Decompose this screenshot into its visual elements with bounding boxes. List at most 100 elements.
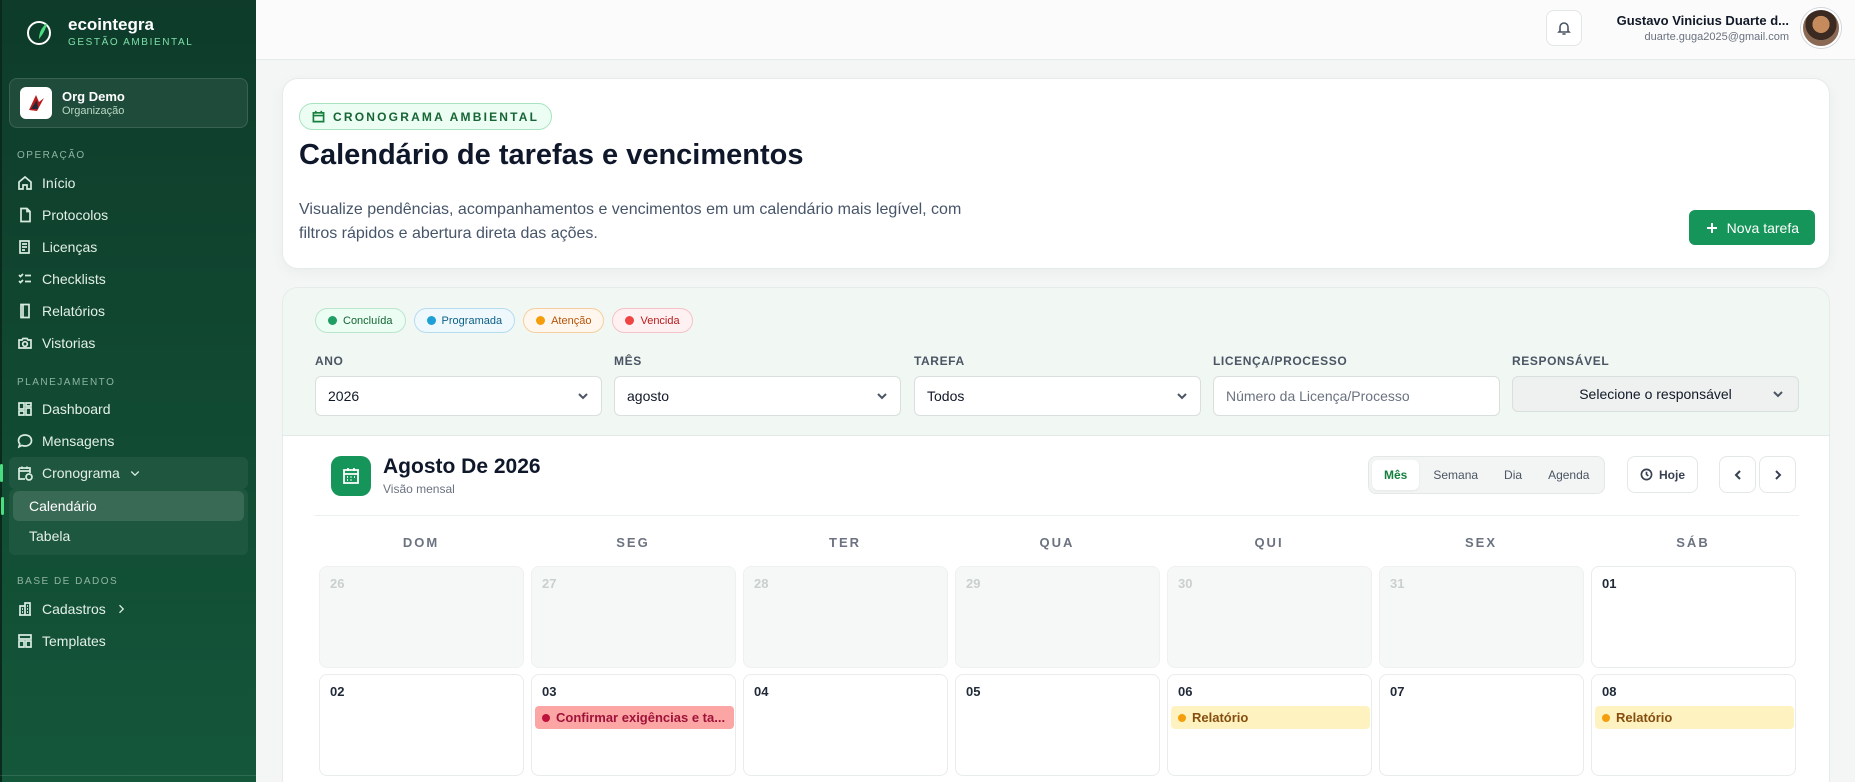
calendar-day-cell[interactable]: 07 xyxy=(1379,674,1584,776)
month-value: agosto xyxy=(627,388,670,404)
year-label: ANO xyxy=(315,354,344,368)
weekday-label: SÁB xyxy=(1676,535,1710,550)
org-logo-icon xyxy=(20,87,52,119)
sidebar-item-relatorios[interactable]: Relatórios xyxy=(9,295,248,327)
day-number: 02 xyxy=(330,684,345,699)
legend-atencao: Atenção xyxy=(523,308,605,333)
view-agenda-tab[interactable]: Agenda xyxy=(1536,460,1601,490)
building-icon xyxy=(19,602,31,616)
calendar-clock-icon xyxy=(18,466,33,481)
notifications-button[interactable] xyxy=(1546,10,1582,46)
calendar-subtitle: Visão mensal xyxy=(383,482,455,496)
previous-button[interactable] xyxy=(1719,456,1756,493)
today-button[interactable]: Hoje xyxy=(1627,456,1699,493)
sidebar-item-label: Dashboard xyxy=(42,401,111,417)
view-month-tab[interactable]: Mês xyxy=(1372,460,1420,490)
user-email: duarte.guga2025@gmail.com xyxy=(1644,31,1789,43)
sidebar-subitem-tabela[interactable]: Tabela xyxy=(13,521,244,551)
page-header-card: CRONOGRAMA AMBIENTAL Calendário de taref… xyxy=(282,78,1830,269)
event-label: Relatório xyxy=(1616,710,1673,725)
filters-bar: Concluída Programada Atenção Vencida ANO… xyxy=(283,288,1829,436)
section-title-operacao: OPERAÇÃO xyxy=(17,150,86,161)
next-button[interactable] xyxy=(1759,456,1796,493)
calendar-event[interactable]: Relatório xyxy=(1595,706,1794,729)
calendar-day-cell[interactable]: 05 xyxy=(955,674,1160,776)
org-switcher[interactable]: Org Demo Organização xyxy=(9,78,248,128)
sidebar-item-mensagens[interactable]: Mensagens xyxy=(9,425,248,457)
calendar-panel: Concluída Programada Atenção Vencida ANO… xyxy=(282,287,1830,782)
day-number: 03 xyxy=(542,684,557,699)
year-select[interactable]: 2026 xyxy=(315,376,602,416)
home-icon xyxy=(18,175,32,190)
year-value: 2026 xyxy=(328,388,360,404)
view-day-tab[interactable]: Dia xyxy=(1492,460,1534,490)
sidebar-item-label: Checklists xyxy=(42,271,106,287)
sidebar-item-vistorias[interactable]: Vistorias xyxy=(9,327,248,359)
sidebar-item-cronograma[interactable]: Cronograma xyxy=(0,457,248,489)
calendar-day-cell[interactable]: 27 xyxy=(531,566,736,668)
license-input[interactable]: Número da Licença/Processo xyxy=(1213,376,1500,416)
responsible-select[interactable]: Selecione o responsável xyxy=(1512,376,1799,412)
legend-label: Vencida xyxy=(640,314,680,327)
avatar[interactable] xyxy=(1801,8,1841,48)
event-status-dot xyxy=(542,713,550,722)
new-task-button[interactable]: Nova tarefa xyxy=(1688,210,1815,245)
sidebar-item-label: Licenças xyxy=(42,239,98,255)
sidebar-item-label: Mensagens xyxy=(42,433,115,449)
calendar-day-cell[interactable]: 29 xyxy=(955,566,1160,668)
template-icon xyxy=(18,634,32,648)
cronograma-submenu: Calendário Tabela xyxy=(1,489,248,555)
calendar-event[interactable]: Relatório xyxy=(1171,706,1370,729)
sidebar: ecointegra GESTÃO AMBIENTAL Org Demo Org… xyxy=(0,0,256,782)
day-number: 31 xyxy=(1390,576,1405,591)
month-label: MÊS xyxy=(614,354,642,368)
sidebar-item-templates[interactable]: Templates xyxy=(9,625,248,657)
section-badge-label: CRONOGRAMA AMBIENTAL xyxy=(333,109,540,124)
report-icon xyxy=(20,303,30,319)
user-info[interactable]: Gustavo Vinicius Duarte d... duarte.guga… xyxy=(1617,13,1789,43)
sidebar-item-protocolos[interactable]: Protocolos xyxy=(9,199,248,231)
dashboard-icon xyxy=(18,402,32,416)
status-legend: Concluída Programada Atenção Vencida xyxy=(315,308,693,333)
sidebar-item-label: Cronograma xyxy=(42,465,120,481)
active-section-marker xyxy=(0,464,3,482)
document-icon xyxy=(20,207,31,223)
calendar-day-cell[interactable]: 28 xyxy=(743,566,948,668)
sidebar-item-label: Protocolos xyxy=(42,207,109,223)
calendar-day-cell[interactable]: 31 xyxy=(1379,566,1584,668)
message-icon xyxy=(17,434,33,449)
calendar-day-cell[interactable]: 04 xyxy=(743,674,948,776)
responsible-label: RESPONSÁVEL xyxy=(1512,354,1610,368)
day-number: 07 xyxy=(1390,684,1405,699)
calendar-day-cell[interactable]: 08 Relatório xyxy=(1591,674,1796,776)
calendar-day-cell[interactable]: 03 Confirmar exigências e ta... xyxy=(531,674,736,776)
view-week-tab[interactable]: Semana xyxy=(1421,460,1490,490)
calendar-day-cell[interactable]: 02 xyxy=(319,674,524,776)
calendar-day-cell[interactable]: 30 xyxy=(1167,566,1372,668)
sidebar-item-label: Cadastros xyxy=(42,601,106,617)
brand[interactable]: ecointegra GESTÃO AMBIENTAL xyxy=(24,16,193,48)
calendar-day-cell[interactable]: 01 xyxy=(1591,566,1796,668)
event-status-dot xyxy=(1602,713,1610,722)
sidebar-item-cadastros[interactable]: Cadastros xyxy=(9,593,248,625)
status-dot xyxy=(328,316,337,325)
task-select[interactable]: Todos xyxy=(914,376,1201,416)
legend-label: Atenção xyxy=(551,314,592,327)
sidebar-subitem-calendario[interactable]: Calendário xyxy=(1,491,244,521)
sidebar-divider xyxy=(0,775,256,776)
calendar-day-cell[interactable]: 06 Relatório xyxy=(1167,674,1372,776)
sidebar-item-label: Vistorias xyxy=(42,335,96,351)
calendar-day-cell[interactable]: 26 xyxy=(319,566,524,668)
user-name: Gustavo Vinicius Duarte d... xyxy=(1616,13,1789,28)
new-task-label: Nova tarefa xyxy=(1726,219,1799,236)
sidebar-item-inicio[interactable]: Início xyxy=(9,167,248,199)
sidebar-item-checklists[interactable]: Checklists xyxy=(9,263,248,295)
day-number: 29 xyxy=(966,576,981,591)
calendar-event[interactable]: Confirmar exigências e ta... xyxy=(535,706,734,729)
sidebar-item-dashboard[interactable]: Dashboard xyxy=(9,393,248,425)
month-select[interactable]: agosto xyxy=(614,376,901,416)
calendar-icon xyxy=(331,455,371,496)
responsible-value: Selecione o responsável xyxy=(1579,386,1732,402)
chevron-down-icon xyxy=(877,393,887,400)
sidebar-item-licencas[interactable]: Licenças xyxy=(9,231,248,263)
